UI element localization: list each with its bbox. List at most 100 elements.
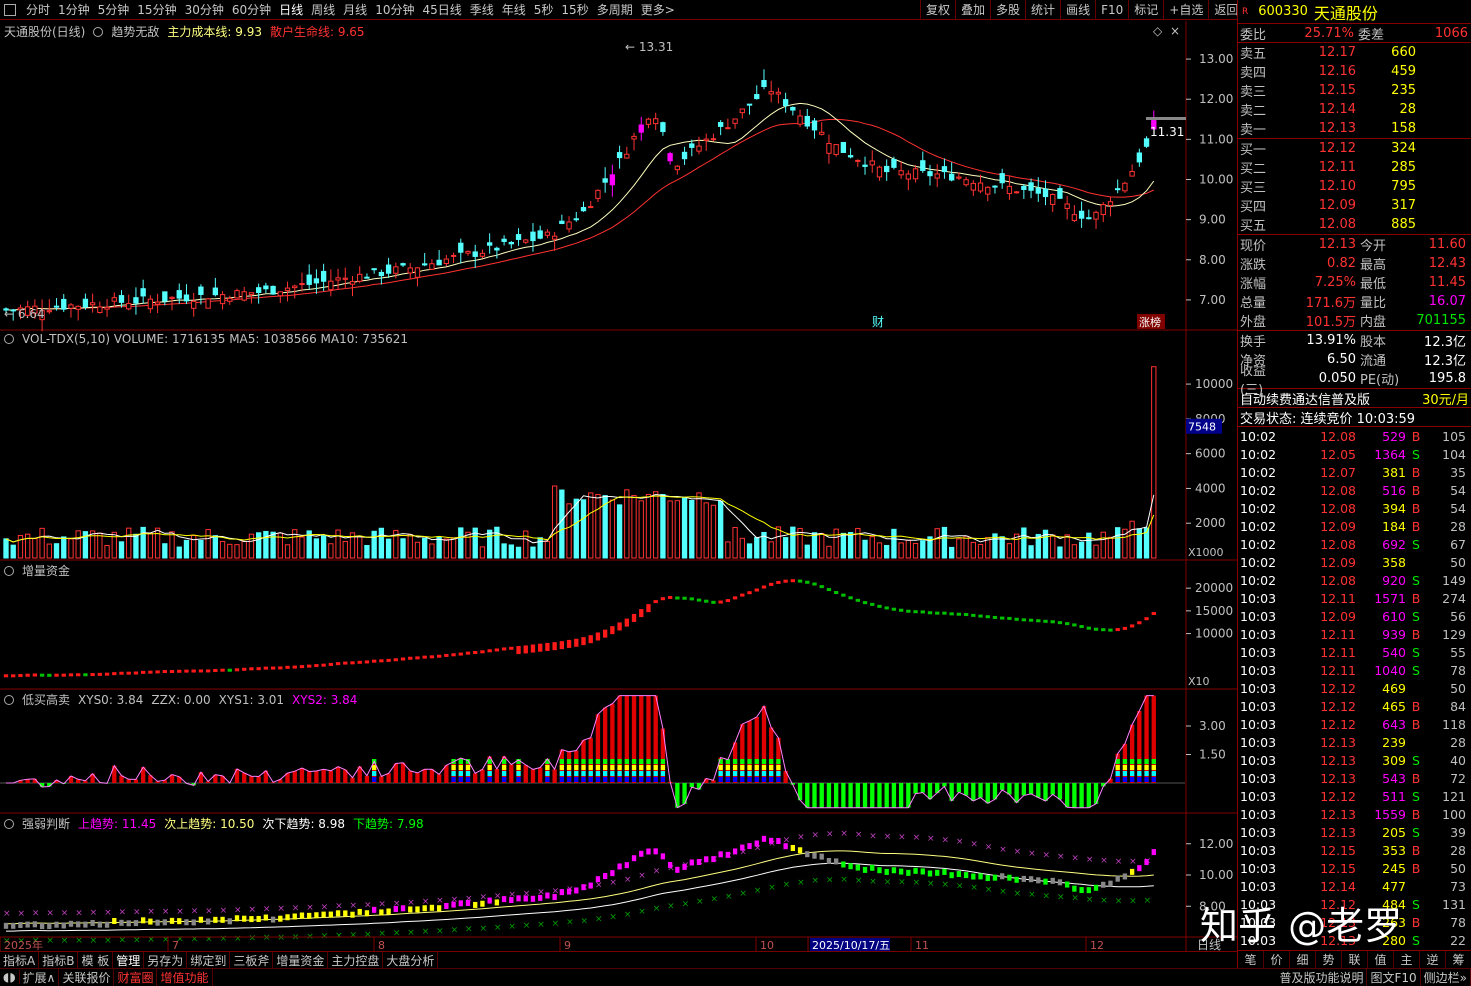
menu-icon[interactable]	[4, 4, 16, 16]
period-tab[interactable]: 年线	[498, 1, 530, 18]
indicator-tab[interactable]: 大盘分析	[383, 952, 438, 969]
toggle-icon[interactable]: ◖◗	[0, 970, 20, 984]
stat-value: 701155	[1396, 313, 1466, 328]
quote-tab[interactable]: 值	[1368, 951, 1394, 968]
ask-row[interactable]: 卖一12.13158	[1238, 119, 1471, 138]
candle-body	[1007, 186, 1011, 193]
period-tab[interactable]: 季线	[466, 1, 498, 18]
quote-tab[interactable]: 价	[1264, 951, 1290, 968]
period-tab[interactable]: 45日线	[418, 1, 465, 18]
dm-bar	[321, 769, 325, 783]
toolbar-button[interactable]: +自选	[1163, 0, 1208, 20]
promo-row[interactable]: 自动续费通达信普及版 30元/月	[1238, 389, 1471, 408]
bottom-link[interactable]: 图文F10	[1367, 969, 1420, 986]
dm-level	[726, 771, 730, 776]
toolbar-button[interactable]: 标记	[1128, 0, 1163, 20]
dm-level	[617, 771, 621, 776]
quote-tab[interactable]: 笔	[1238, 951, 1264, 968]
indicator-tab[interactable]: 主力控盘	[328, 952, 383, 969]
indicator-tab[interactable]: 模 板	[78, 952, 113, 969]
fund-dot	[184, 670, 188, 673]
quote-tab[interactable]: 筹	[1446, 951, 1471, 968]
bid-row[interactable]: 买四12.09317	[1238, 196, 1471, 215]
period-tab[interactable]: 更多>	[637, 1, 679, 18]
bid-row[interactable]: 买五12.08885	[1238, 215, 1471, 234]
period-tab[interactable]: 1分钟	[54, 1, 94, 18]
toolbar-button[interactable]: 统计	[1025, 0, 1060, 20]
bottom-link[interactable]: 侧边栏»	[1421, 969, 1471, 986]
period-tab[interactable]: 月线	[339, 1, 371, 18]
extension-tab[interactable]: 关联报价	[59, 969, 114, 986]
fund-dot	[199, 669, 203, 672]
tick-list[interactable]: 10:0212.08529B10510:0212.051364S10410:02…	[1238, 427, 1471, 949]
dm-level	[755, 765, 759, 770]
toolbar-button[interactable]: 复权	[920, 0, 955, 20]
period-tab[interactable]: 15秒	[557, 1, 592, 18]
stat-label: 最高	[1356, 254, 1396, 273]
toolbar-button[interactable]: F10	[1095, 0, 1128, 20]
lower-trend-mark: ×	[581, 916, 589, 926]
fund-dot	[62, 674, 66, 677]
quote-tab[interactable]: 联	[1342, 951, 1368, 968]
ask-row[interactable]: 卖三12.15235	[1238, 81, 1471, 100]
period-tab[interactable]: 30分钟	[181, 1, 228, 18]
indicator-tab[interactable]: 指标A	[0, 952, 39, 969]
lower-trend-mark: ×	[479, 924, 487, 934]
dm-bar	[690, 783, 694, 787]
ask-row[interactable]: 卖四12.16459	[1238, 62, 1471, 81]
kline-chart-svg[interactable]: 13.0012.0011.0010.009.008.007.00← 13.31←…	[0, 21, 1237, 951]
indicator-tab[interactable]: 增量资金	[273, 952, 328, 969]
settings-icon[interactable]	[4, 695, 14, 705]
volume-bar	[834, 529, 838, 558]
volume-bar	[949, 547, 953, 558]
dm-level	[646, 759, 650, 764]
tick-side: B	[1406, 627, 1426, 642]
period-tab[interactable]: 15分钟	[133, 1, 180, 18]
extension-tab[interactable]: 扩展∧	[20, 969, 60, 986]
extension-tab[interactable]: 财富圈	[114, 969, 157, 986]
dm-level	[755, 777, 759, 782]
indicator-tab[interactable]: 三板斧	[230, 952, 273, 969]
strength-block	[639, 851, 643, 857]
period-tab[interactable]: 5秒	[530, 1, 558, 18]
toolbar-button[interactable]: 多股	[990, 0, 1025, 20]
volume-bar	[711, 505, 715, 558]
bid-row[interactable]: 买二12.11285	[1238, 158, 1471, 177]
quote-tab[interactable]: 细	[1290, 951, 1316, 968]
bottom-link[interactable]: 普及版功能说明	[1276, 969, 1367, 986]
ask-row[interactable]: 卖五12.17660	[1238, 43, 1471, 62]
quote-tab[interactable]: 逆	[1420, 951, 1446, 968]
settings-icon[interactable]	[4, 566, 14, 576]
period-tab[interactable]: 60分钟	[228, 1, 275, 18]
y-tick-label: 3.00	[1199, 719, 1226, 733]
quote-tab[interactable]: 主	[1394, 951, 1420, 968]
period-tab[interactable]: 分时	[22, 1, 54, 18]
toolbar-button[interactable]: 叠加	[955, 0, 990, 20]
indicator-tab[interactable]: 绑定到	[187, 952, 230, 969]
period-tab[interactable]: 10分钟	[371, 1, 418, 18]
toolbar-button[interactable]: 画线	[1060, 0, 1095, 20]
chart-area[interactable]: 13.0012.0011.0010.009.008.007.00← 13.31←…	[0, 21, 1237, 951]
period-tab[interactable]: 日线	[275, 1, 307, 18]
dm-bar	[921, 783, 925, 793]
period-tab[interactable]: 多周期	[593, 1, 637, 18]
quote-tab[interactable]: 势	[1316, 951, 1342, 968]
settings-icon[interactable]	[93, 27, 103, 37]
dm-level	[625, 777, 629, 782]
volume-bar	[466, 532, 470, 558]
lower-trend-mark: ×	[855, 876, 863, 886]
ask-row[interactable]: 卖二12.1428	[1238, 100, 1471, 119]
candle-body	[119, 296, 123, 303]
bid-row[interactable]: 买三12.10795	[1238, 177, 1471, 196]
dm-level	[1123, 759, 1127, 764]
settings-icon[interactable]	[4, 334, 14, 344]
extension-tab[interactable]: 增值功能	[157, 969, 212, 986]
bid-row[interactable]: 买一12.12324	[1238, 139, 1471, 158]
indicator-tab[interactable]: 另存为	[144, 952, 187, 969]
period-tab[interactable]: 5分钟	[94, 1, 134, 18]
indicator-tab[interactable]: 管理	[113, 952, 144, 969]
period-tab[interactable]: 周线	[307, 1, 339, 18]
indicator-tab[interactable]: 指标B	[39, 952, 78, 969]
settings-icon[interactable]	[4, 819, 14, 829]
volume-bar	[155, 528, 159, 558]
